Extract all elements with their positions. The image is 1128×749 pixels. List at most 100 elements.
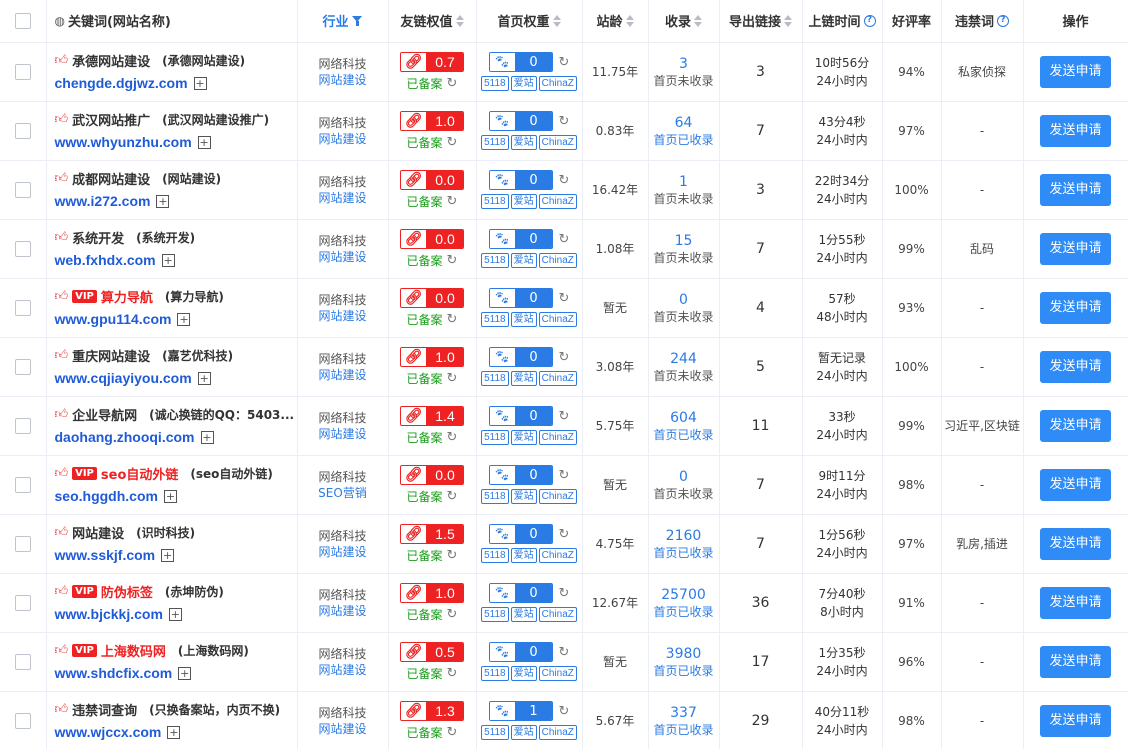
- indexed-count[interactable]: 3: [649, 55, 719, 73]
- refresh-icon[interactable]: ↻: [559, 173, 570, 188]
- refresh-icon[interactable]: ↻: [447, 607, 458, 622]
- refresh-icon[interactable]: ↻: [559, 704, 570, 719]
- add-icon[interactable]: +: [168, 607, 182, 621]
- tag-chinaz[interactable]: ChinaZ: [538, 430, 577, 445]
- send-request-button[interactable]: 发送申请: [1040, 409, 1111, 442]
- thumbs-up-icon[interactable]: 👍︎: [55, 230, 69, 245]
- tag-chinaz[interactable]: ChinaZ: [538, 666, 577, 681]
- row-checkbox[interactable]: [14, 181, 31, 198]
- thumbs-up-icon[interactable]: 👍︎: [55, 584, 69, 599]
- question-icon[interactable]: ?: [997, 14, 1009, 27]
- tag-chinaz[interactable]: ChinaZ: [538, 371, 577, 386]
- refresh-icon[interactable]: ↻: [447, 666, 458, 681]
- sort-icon[interactable]: [784, 14, 792, 27]
- refresh-icon[interactable]: ↻: [559, 586, 570, 601]
- row-checkbox[interactable]: [14, 417, 31, 434]
- tag-chinaz[interactable]: ChinaZ: [538, 489, 577, 504]
- add-icon[interactable]: +: [178, 666, 192, 680]
- tag-5118[interactable]: 5118: [481, 76, 509, 91]
- tag-chinaz[interactable]: ChinaZ: [538, 253, 577, 268]
- site-domain-link[interactable]: www.gpu114.com: [55, 311, 172, 327]
- thumbs-up-icon[interactable]: 👍︎: [55, 466, 69, 481]
- tag-chinaz[interactable]: ChinaZ: [538, 76, 577, 91]
- industry-secondary[interactable]: 网站建设: [298, 367, 388, 383]
- indexed-count[interactable]: 244: [649, 350, 719, 368]
- add-icon[interactable]: +: [161, 548, 175, 562]
- add-icon[interactable]: +: [156, 194, 170, 208]
- add-icon[interactable]: +: [167, 725, 181, 739]
- add-icon[interactable]: +: [197, 371, 211, 385]
- header-pr[interactable]: 友链权值: [388, 0, 477, 43]
- indexed-count[interactable]: 604: [649, 409, 719, 427]
- add-icon[interactable]: +: [163, 489, 177, 503]
- site-domain-link[interactable]: www.i272.com: [55, 193, 151, 209]
- site-domain-link[interactable]: www.bjckkj.com: [55, 606, 163, 622]
- sort-icon[interactable]: [694, 14, 702, 27]
- filter-icon[interactable]: [351, 15, 363, 27]
- send-request-button[interactable]: 发送申请: [1040, 645, 1111, 678]
- tag-5118[interactable]: 5118: [481, 607, 509, 622]
- industry-secondary[interactable]: 网站建设: [298, 190, 388, 206]
- refresh-icon[interactable]: ↻: [447, 194, 458, 209]
- site-domain-link[interactable]: www.wjccx.com: [55, 724, 162, 740]
- site-domain-link[interactable]: web.fxhdx.com: [55, 252, 156, 268]
- header-outlinks[interactable]: 导出链接: [719, 0, 803, 43]
- indexed-count[interactable]: 3980: [649, 645, 719, 663]
- indexed-count[interactable]: 15: [649, 232, 719, 250]
- row-checkbox[interactable]: [14, 476, 31, 493]
- refresh-icon[interactable]: ↻: [447, 725, 458, 740]
- send-request-button[interactable]: 发送申请: [1040, 527, 1111, 560]
- site-domain-link[interactable]: www.whyunzhu.com: [55, 134, 192, 150]
- thumbs-up-icon[interactable]: 👍︎: [55, 643, 69, 658]
- refresh-icon[interactable]: ↻: [559, 114, 570, 129]
- row-checkbox[interactable]: [14, 535, 31, 552]
- tag-aizhan[interactable]: 爱站: [510, 607, 537, 622]
- refresh-icon[interactable]: ↻: [559, 409, 570, 424]
- refresh-icon[interactable]: ↻: [447, 76, 458, 91]
- sort-icon[interactable]: [625, 14, 634, 27]
- site-domain-link[interactable]: www.shdcfix.com: [55, 665, 173, 681]
- tag-chinaz[interactable]: ChinaZ: [538, 312, 577, 327]
- tag-5118[interactable]: 5118: [481, 725, 509, 740]
- send-request-button[interactable]: 发送申请: [1040, 291, 1111, 324]
- tag-aizhan[interactable]: 爱站: [510, 312, 537, 327]
- indexed-count[interactable]: 0: [649, 468, 719, 486]
- tag-aizhan[interactable]: 爱站: [510, 489, 537, 504]
- industry-secondary[interactable]: SEO营销: [298, 485, 388, 501]
- header-weight[interactable]: 首页权重: [476, 0, 583, 43]
- tag-aizhan[interactable]: 爱站: [510, 194, 537, 209]
- industry-secondary[interactable]: 网站建设: [298, 308, 388, 324]
- tag-5118[interactable]: 5118: [481, 548, 509, 563]
- industry-secondary[interactable]: 网站建设: [298, 426, 388, 442]
- refresh-icon[interactable]: ↻: [447, 253, 458, 268]
- industry-secondary[interactable]: 网站建设: [298, 131, 388, 147]
- row-checkbox[interactable]: [14, 122, 31, 139]
- industry-secondary[interactable]: 网站建设: [298, 249, 388, 265]
- row-checkbox[interactable]: [14, 712, 31, 729]
- tag-aizhan[interactable]: 爱站: [510, 253, 537, 268]
- site-domain-link[interactable]: seo.hggdh.com: [55, 488, 158, 504]
- site-domain-link[interactable]: www.sskjf.com: [55, 547, 156, 563]
- site-domain-link[interactable]: daohang.zhooqi.com: [55, 429, 195, 445]
- add-icon[interactable]: +: [200, 430, 214, 444]
- tag-aizhan[interactable]: 爱站: [510, 666, 537, 681]
- thumbs-up-icon[interactable]: 👍︎: [55, 702, 69, 717]
- row-checkbox[interactable]: [14, 594, 31, 611]
- tag-5118[interactable]: 5118: [481, 135, 509, 150]
- tag-5118[interactable]: 5118: [481, 489, 509, 504]
- thumbs-up-icon[interactable]: 👍︎: [55, 407, 69, 422]
- thumbs-up-icon[interactable]: 👍︎: [55, 289, 69, 304]
- add-icon[interactable]: +: [161, 253, 175, 267]
- refresh-icon[interactable]: ↻: [447, 489, 458, 504]
- tag-5118[interactable]: 5118: [481, 253, 509, 268]
- select-all-checkbox[interactable]: [14, 12, 31, 29]
- sort-icon[interactable]: [552, 14, 561, 27]
- tag-chinaz[interactable]: ChinaZ: [538, 607, 577, 622]
- indexed-count[interactable]: 1: [649, 173, 719, 191]
- industry-secondary[interactable]: 网站建设: [298, 721, 388, 737]
- add-icon[interactable]: +: [197, 135, 211, 149]
- refresh-icon[interactable]: ↻: [559, 350, 570, 365]
- tag-aizhan[interactable]: 爱站: [510, 725, 537, 740]
- tag-5118[interactable]: 5118: [481, 312, 509, 327]
- tag-aizhan[interactable]: 爱站: [510, 548, 537, 563]
